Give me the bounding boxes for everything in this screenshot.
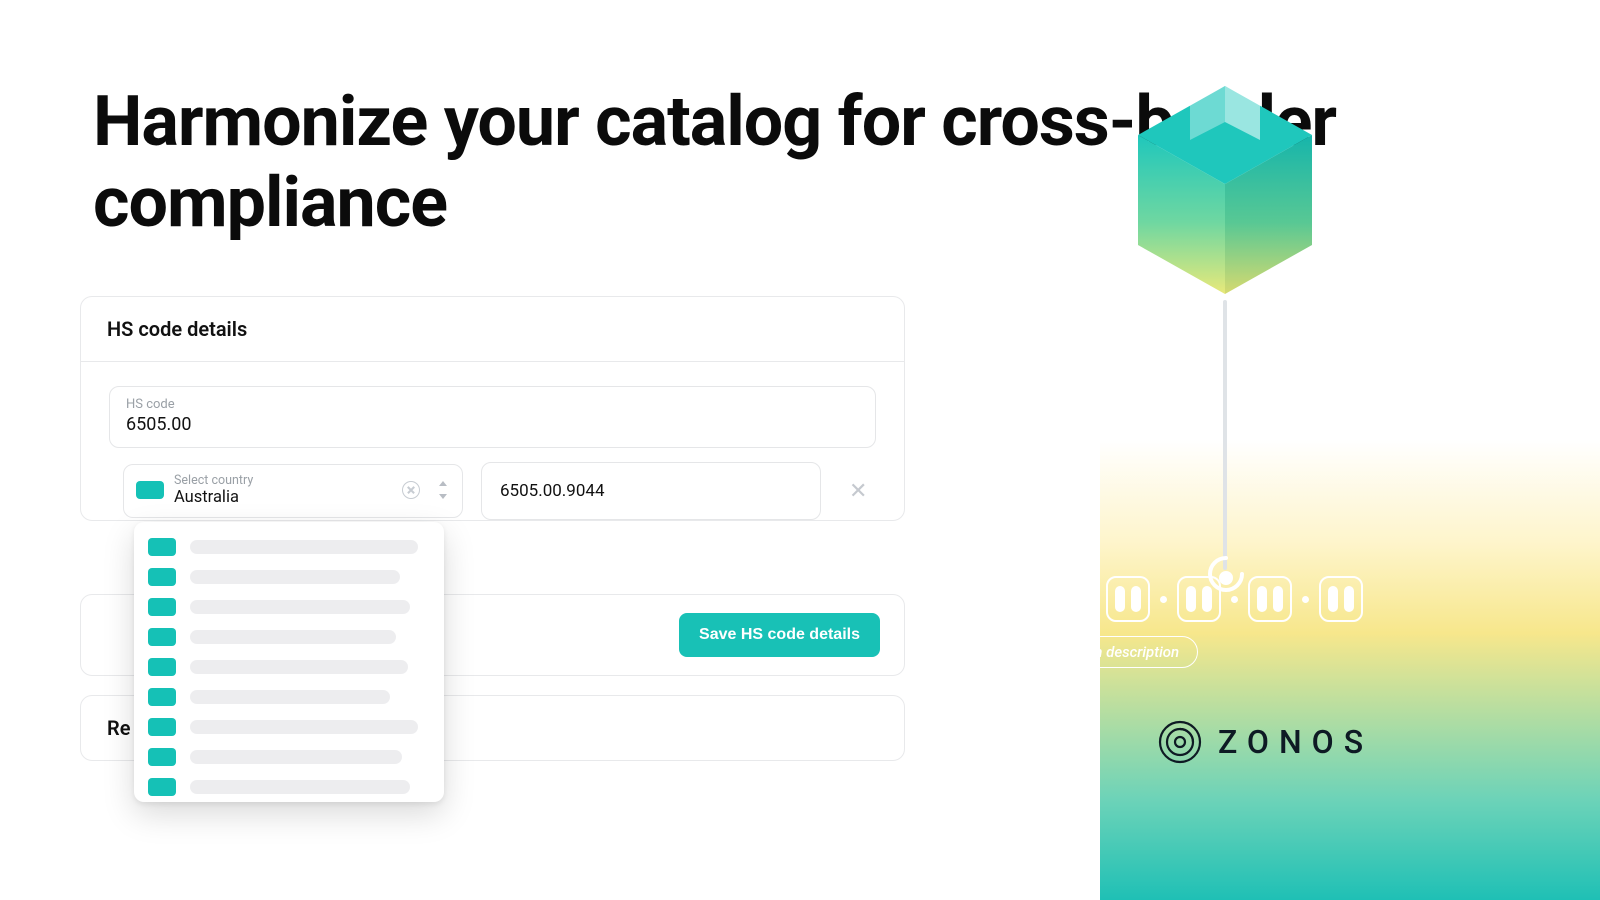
page-headline: Harmonize your catalog for cross-border …: [93, 82, 1600, 243]
dot-separator: [1231, 596, 1238, 603]
country-row: Select country Australia 6505.00.9044 ✕: [109, 462, 876, 520]
digit-group: [1319, 576, 1363, 622]
hs-code-label: HS code: [126, 397, 859, 412]
digit-group: [1177, 576, 1221, 622]
option-placeholder: [190, 780, 410, 794]
dot-separator: [1302, 596, 1309, 603]
option-placeholder: [190, 720, 418, 734]
flag-icon: [148, 598, 176, 616]
dropdown-option[interactable]: [146, 562, 432, 592]
gradient-panel: [1100, 440, 1600, 900]
country-select-label: Select country: [174, 473, 392, 488]
dropdown-option[interactable]: [146, 532, 432, 562]
flag-icon: [148, 718, 176, 736]
dropdown-option[interactable]: [146, 622, 432, 652]
dropdown-option[interactable]: [146, 652, 432, 682]
connector-line: [1223, 300, 1227, 570]
hs-code-card: HS code details HS code 6505.00 Select c…: [80, 296, 905, 521]
country-select[interactable]: Select country Australia: [123, 464, 463, 518]
subcode-input[interactable]: 6505.00.9044: [481, 462, 821, 520]
digit-group: [1106, 576, 1150, 622]
option-placeholder: [190, 630, 396, 644]
flag-icon: [136, 481, 164, 499]
dropdown-option[interactable]: [146, 682, 432, 712]
digit-group: [1052, 576, 1096, 622]
option-placeholder: [190, 540, 418, 554]
truncated-card-label: Re: [107, 716, 130, 740]
clear-icon[interactable]: [402, 481, 420, 499]
flag-icon: [148, 688, 176, 706]
flag-icon: [148, 748, 176, 766]
option-placeholder: [190, 660, 408, 674]
remove-row-icon[interactable]: ✕: [839, 475, 877, 508]
brand: ZONOS: [1158, 720, 1373, 764]
flag-icon: [148, 778, 176, 796]
hs-code-input[interactable]: HS code 6505.00: [109, 386, 876, 448]
dropdown-option[interactable]: [146, 712, 432, 742]
card-title: HS code details: [107, 317, 878, 341]
save-button[interactable]: Save HS code details: [679, 613, 880, 657]
hs-code-value: 6505.00: [126, 414, 859, 435]
country-select-value: Australia: [174, 488, 392, 507]
option-placeholder: [190, 690, 390, 704]
country-dropdown[interactable]: [134, 522, 444, 802]
package-box-icon: [1130, 80, 1320, 300]
dropdown-option[interactable]: [146, 592, 432, 622]
card-body: HS code 6505.00 Select country Australia…: [81, 362, 904, 520]
flag-icon: [148, 538, 176, 556]
flag-icon: [148, 658, 176, 676]
brand-name: ZONOS: [1218, 723, 1373, 761]
brand-logo-icon: [1158, 720, 1202, 764]
item-description-chip: Item description: [1054, 636, 1198, 668]
option-placeholder: [190, 750, 402, 764]
hs-digit-illustration: [1052, 576, 1363, 622]
flag-icon: [148, 628, 176, 646]
chevron-updown-icon[interactable]: [436, 480, 450, 500]
option-placeholder: [190, 600, 410, 614]
option-placeholder: [190, 570, 400, 584]
card-header: HS code details: [81, 297, 904, 362]
dropdown-option[interactable]: [146, 742, 432, 772]
flag-icon: [148, 568, 176, 586]
dot-separator: [1160, 596, 1167, 603]
digit-group: [1248, 576, 1292, 622]
dropdown-option[interactable]: [146, 772, 432, 802]
